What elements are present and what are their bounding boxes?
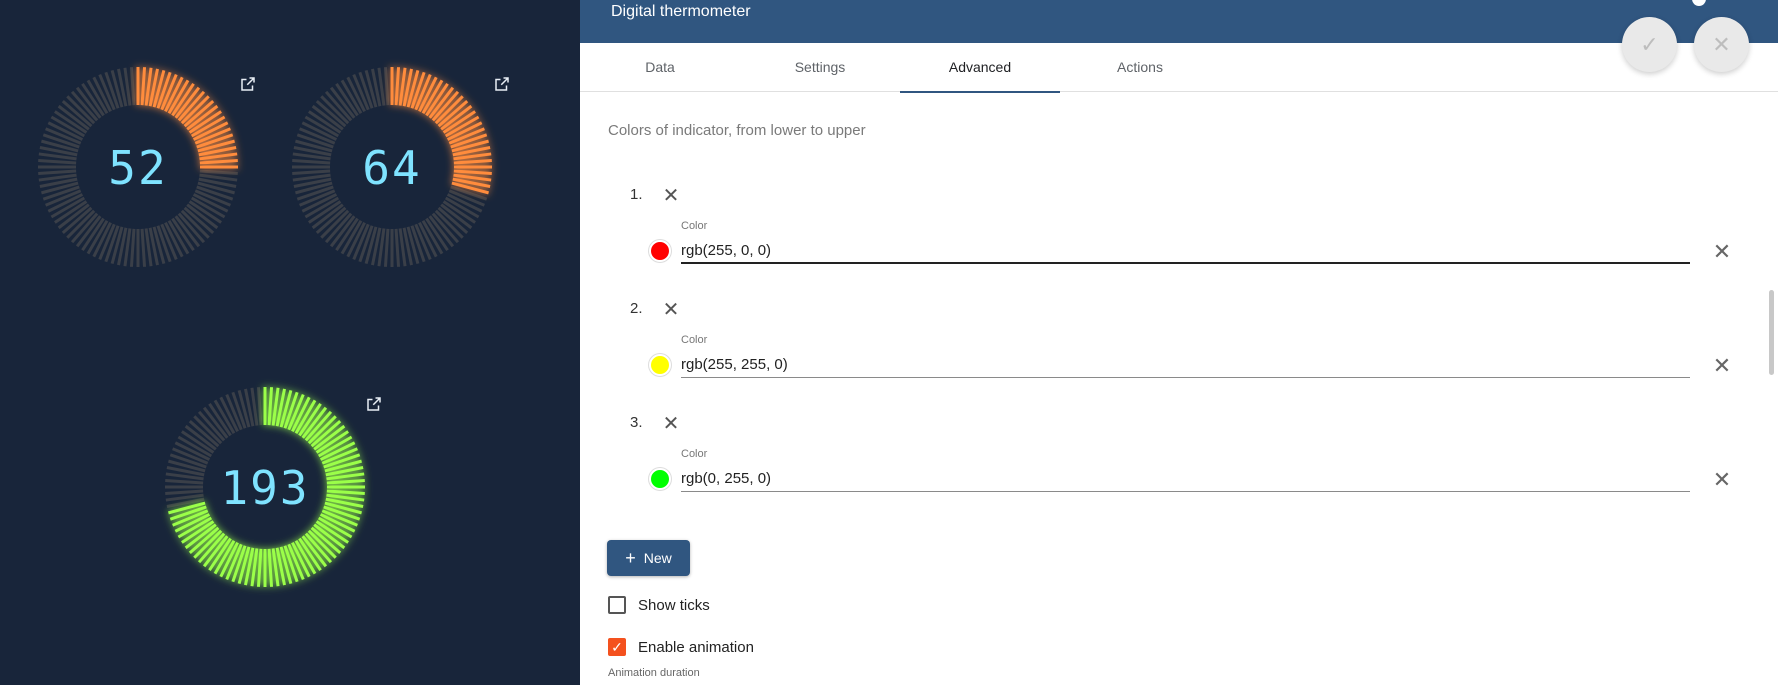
show-ticks-label: Show ticks [638, 596, 710, 614]
tab-actions[interactable]: Actions [1060, 43, 1220, 92]
gauge-tick [256, 548, 263, 587]
gauge-tick [394, 67, 401, 106]
gauge-tick [453, 169, 492, 176]
gauge-tick [129, 228, 136, 267]
gauge-ring: 193 [165, 387, 365, 587]
color-field-label: Color [681, 334, 708, 346]
color-swatch[interactable] [649, 354, 671, 376]
clear-color-icon[interactable]: ✕ [1711, 241, 1733, 263]
color-field-label: Color [681, 448, 708, 460]
color-input[interactable] [681, 466, 1690, 492]
gauge-tick [383, 228, 390, 267]
scrollbar-thumb[interactable] [1769, 290, 1774, 375]
color-field-label: Color [681, 220, 708, 232]
editor-tabs: Data Settings Advanced Actions [580, 43, 1778, 93]
gauge-tick [129, 67, 136, 106]
gauge-ring: 52 [38, 67, 238, 267]
remove-color-icon[interactable]: ✕ [661, 186, 681, 206]
checkbox-box[interactable]: ✓ [608, 638, 626, 656]
tab-advanced[interactable]: Advanced [900, 43, 1060, 93]
gauge-tick [326, 489, 365, 496]
color-input[interactable] [681, 238, 1690, 264]
animation-duration-label: Animation duration [608, 667, 700, 679]
color-item-number: 2. [630, 300, 643, 317]
gauge-tick [453, 158, 492, 165]
gauge-tick [383, 67, 390, 106]
gauge-tick [292, 158, 331, 165]
add-color-button-label: New [643, 550, 672, 566]
dashboard-canvas: 52 64 193 [0, 0, 580, 685]
show-ticks-checkbox[interactable]: Show ticks [608, 596, 710, 614]
color-swatch[interactable] [649, 240, 671, 262]
plus-icon: + [625, 548, 636, 568]
gauge-tick [199, 158, 238, 165]
gauge-tick [326, 478, 365, 485]
gauge-tick [165, 489, 204, 496]
clear-color-icon[interactable]: ✕ [1711, 355, 1733, 377]
gauge-ring: 64 [292, 67, 492, 267]
color-item-number: 3. [630, 414, 643, 431]
gauge-tick [140, 67, 147, 106]
open-external-icon[interactable] [493, 75, 513, 95]
tab-data[interactable]: Data [580, 43, 740, 92]
enable-animation-label: Enable animation [638, 638, 754, 656]
gauge-tick [292, 169, 331, 176]
add-color-button[interactable]: + New [607, 540, 690, 576]
enable-animation-checkbox[interactable]: ✓ Enable animation [608, 638, 754, 656]
gauge-value: 193 [220, 461, 309, 515]
gauge-tick [38, 158, 77, 165]
gauge-tick [256, 387, 263, 426]
gauge-tick [140, 228, 147, 267]
widget-editor-panel: Digital thermometer ✓ ✕ Data Settings Ad… [580, 0, 1778, 685]
open-external-icon[interactable] [365, 395, 385, 415]
tab-settings[interactable]: Settings [740, 43, 900, 92]
remove-color-icon[interactable]: ✕ [661, 414, 681, 434]
gauge-tick [199, 169, 238, 176]
help-icon[interactable] [1692, 0, 1706, 6]
gauge-tick [165, 478, 204, 485]
gauge-value: 64 [362, 141, 421, 195]
checkbox-box[interactable] [608, 596, 626, 614]
editor-titlebar: Digital thermometer [580, 0, 1778, 43]
gauge-tick [38, 169, 77, 176]
gauge-widget-1[interactable]: 52 [33, 62, 243, 277]
color-swatch[interactable] [649, 468, 671, 490]
color-input[interactable] [681, 352, 1690, 378]
gauge-value: 52 [108, 141, 167, 195]
gauge-widget-2[interactable]: 64 [287, 62, 497, 277]
gauge-tick [267, 387, 274, 426]
gauge-tick [267, 548, 274, 587]
open-external-icon[interactable] [239, 75, 259, 95]
colors-section-label: Colors of indicator, from lower to upper [608, 122, 866, 139]
clear-color-icon[interactable]: ✕ [1711, 469, 1733, 491]
gauge-tick [394, 228, 401, 267]
color-item-number: 1. [630, 186, 643, 203]
gauge-widget-3[interactable]: 193 [160, 382, 370, 597]
widget-title: Digital thermometer [611, 3, 751, 20]
remove-color-icon[interactable]: ✕ [661, 300, 681, 320]
